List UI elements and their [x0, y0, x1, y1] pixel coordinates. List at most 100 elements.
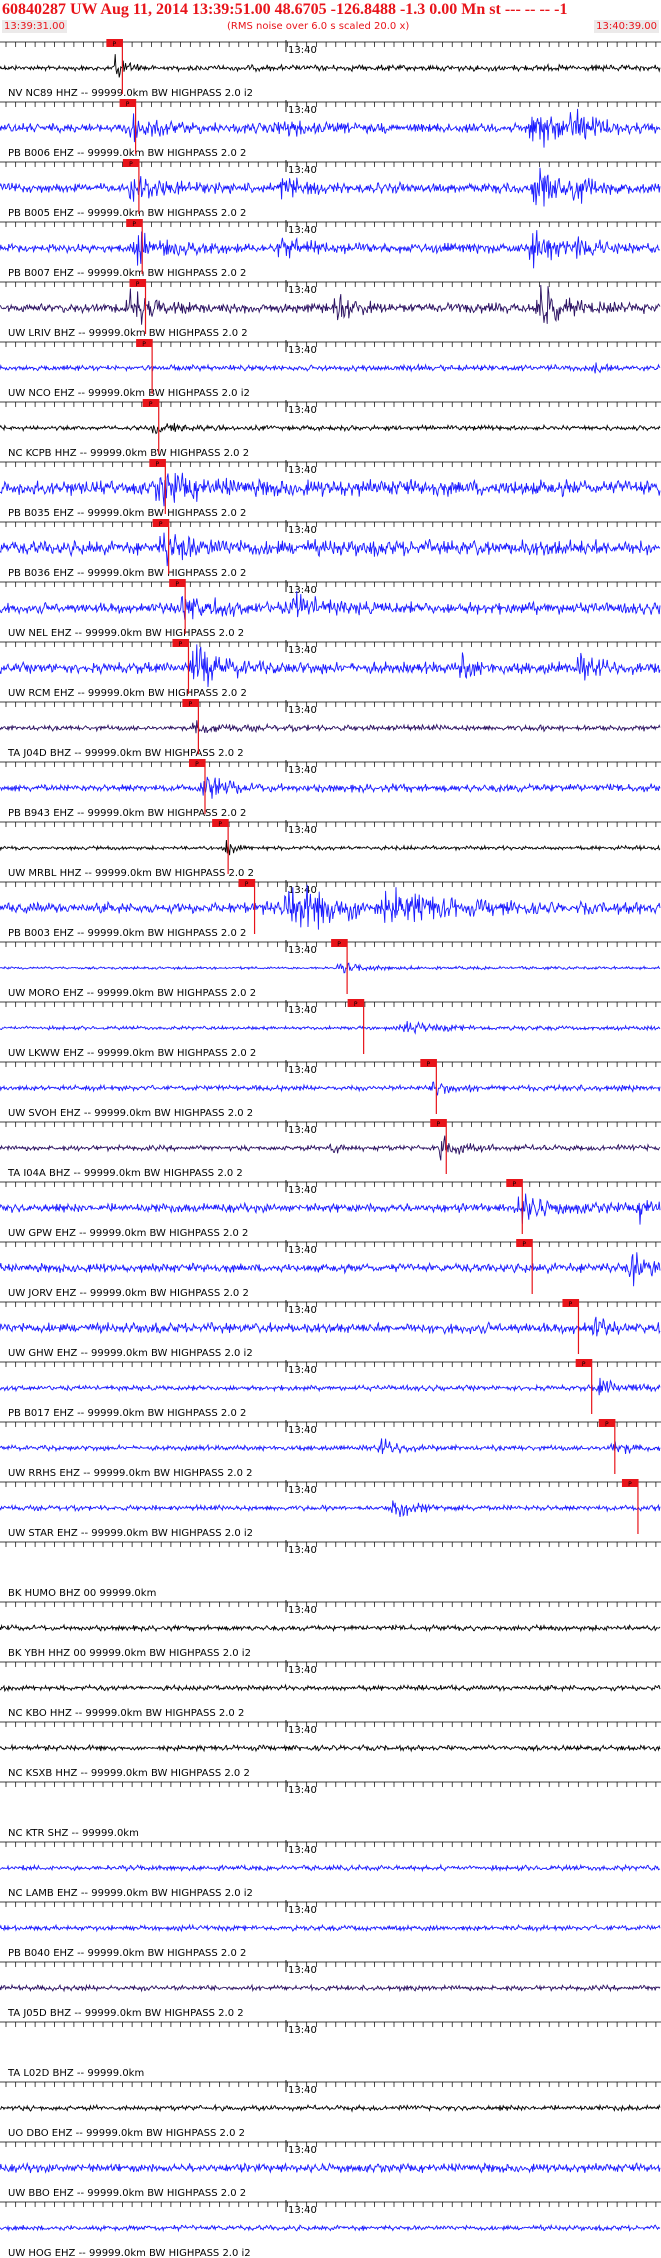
minute-tick-label: 13:40	[288, 1545, 317, 1556]
waveform-trace	[0, 1135, 661, 1161]
minute-tick-label: 13:40	[288, 1785, 317, 1796]
station-label: UW BBO EHZ -- 99999.0km BW HIGHPASS 2.0 …	[8, 2188, 246, 2199]
station-label: UW RRHS EHZ -- 99999.0km BW HIGHPASS 2.0…	[8, 1468, 253, 1479]
pick-label: P	[142, 341, 146, 348]
waveform-trace	[0, 1983, 661, 1993]
minute-tick-label: 13:40	[288, 1305, 317, 1316]
pick-label: P	[582, 1361, 586, 1368]
pick-label: P	[605, 1421, 609, 1428]
station-label: UW STAR EHZ -- 99999.0km BW HIGHPASS 2.0…	[8, 1528, 253, 1539]
pick-label: P	[245, 881, 249, 888]
station-label: NV NC89 HHZ -- 99999.0km BW HIGHPASS 2.0…	[8, 88, 253, 99]
minute-tick-label: 13:40	[288, 45, 317, 56]
plot-header: 60840287 UW Aug 11, 2014 13:39:51.00 48.…	[0, 0, 661, 38]
waveform-trace	[0, 1193, 661, 1225]
pick-label: P	[132, 221, 136, 228]
waveform-trace	[0, 230, 661, 269]
minute-tick-label: 13:40	[288, 1365, 317, 1376]
minute-tick-label: 13:40	[288, 825, 317, 836]
waveform-trace	[0, 284, 661, 325]
waveform-trace	[0, 108, 661, 148]
station-label: NC KBO HHZ -- 99999.0km BW HIGHPASS 2.0 …	[8, 1708, 244, 1719]
minute-tick-label: 13:40	[288, 945, 317, 956]
waveform-trace	[0, 2103, 661, 2113]
station-label: TA J05D BHZ -- 99999.0km BW HIGHPASS 2.0…	[7, 2008, 244, 2019]
pick-label: P	[218, 821, 222, 828]
waveform-trace	[0, 1438, 661, 1455]
minute-tick-label: 13:40	[288, 1245, 317, 1256]
minute-tick-label: 13:40	[288, 1125, 317, 1136]
waveform-trace	[0, 1863, 661, 1873]
minute-tick-label: 13:40	[288, 1485, 317, 1496]
pick-label: P	[113, 41, 117, 48]
station-label: UW LRIV BHZ -- 99999.0km BW HIGHPASS 2.0…	[8, 328, 248, 339]
station-label: UW HOG EHZ -- 99999.0km BW HIGHPASS 2.0 …	[8, 2248, 251, 2258]
station-label: NC KTR SHZ -- 99999.0km	[8, 1828, 139, 1839]
minute-tick-label: 13:40	[288, 645, 317, 656]
waveform-trace	[0, 776, 661, 799]
minute-tick-label: 13:40	[288, 225, 317, 236]
station-label: PB B040 EHZ -- 99999.0km BW HIGHPASS 2.0…	[8, 1948, 246, 1959]
seismogram-svg: 13:40 NV NC89 HHZ -- 99999.0km BW HIGHPAS…	[0, 39, 661, 2258]
waveform-trace	[0, 1500, 661, 1517]
station-label: PB B036 EHZ -- 99999.0km BW HIGHPASS 2.0…	[8, 568, 246, 579]
pick-label: P	[512, 1181, 516, 1188]
station-label: TA L02D BHZ -- 99999.0km	[7, 2068, 144, 2079]
waveform-trace	[0, 422, 661, 435]
waveform-trace	[0, 1683, 661, 1693]
minute-tick-label: 13:40	[288, 345, 317, 356]
station-label: PB B035 EHZ -- 99999.0km BW HIGHPASS 2.0…	[8, 508, 246, 519]
waveform-trace	[0, 1623, 661, 1633]
station-label: UW LKWW EHZ -- 99999.0km BW HIGHPASS 2.0…	[8, 1048, 256, 1059]
minute-tick-label: 13:40	[288, 105, 317, 116]
station-label: BK HUMO BHZ 00 99999.0km	[8, 1588, 156, 1599]
station-label: UW GPW EHZ -- 99999.0km BW HIGHPASS 2.0 …	[8, 1228, 248, 1239]
waveform-trace	[0, 362, 661, 374]
waveform-trace	[0, 1923, 661, 1933]
station-label: BK YBH HHZ 00 99999.0km BW HIGHPASS 2.0 …	[8, 1648, 251, 1659]
station-label: PB B017 EHZ -- 99999.0km BW HIGHPASS 2.0…	[8, 1408, 246, 1419]
minute-tick-label: 13:40	[288, 1845, 317, 1856]
station-label: PB B005 EHZ -- 99999.0km BW HIGHPASS 2.0…	[8, 208, 246, 219]
minute-tick-label: 13:40	[288, 585, 317, 596]
pick-label: P	[569, 1301, 573, 1308]
end-time-label: 13:40:39.00	[594, 20, 659, 33]
minute-tick-label: 13:40	[288, 2205, 317, 2216]
pick-label: P	[337, 941, 341, 948]
station-label: NC LAMB EHZ -- 99999.0km BW HIGHPASS 2.0…	[8, 1888, 253, 1899]
waveform-trace	[0, 962, 661, 974]
pick-label: P	[179, 641, 183, 648]
minute-tick-label: 13:40	[288, 1185, 317, 1196]
minute-tick-label: 13:40	[288, 705, 317, 716]
pick-label: P	[156, 461, 160, 468]
minute-tick-label: 13:40	[288, 165, 317, 176]
station-label: UW SVOH EHZ -- 99999.0km BW HIGHPASS 2.0…	[8, 1108, 253, 1119]
waveform-trace	[0, 532, 661, 567]
minute-tick-label: 13:40	[288, 1905, 317, 1916]
pick-label: P	[436, 1121, 440, 1128]
waveform-trace	[0, 54, 661, 78]
station-label: TA I04A BHZ -- 99999.0km BW HIGHPASS 2.0…	[7, 1168, 243, 1179]
minute-tick-label: 13:40	[288, 525, 317, 536]
pick-label: P	[354, 1001, 358, 1008]
minute-tick-label: 13:40	[288, 1665, 317, 1676]
minute-tick-label: 13:40	[288, 465, 317, 476]
station-label: UO DBO EHZ -- 99999.0km BW HIGHPASS 2.0 …	[8, 2128, 245, 2139]
station-label: PB B003 EHZ -- 99999.0km BW HIGHPASS 2.0…	[8, 928, 246, 939]
seismogram-panel: 13:40 NV NC89 HHZ -- 99999.0km BW HIGHPAS…	[0, 38, 661, 2258]
station-label: UW JORV EHZ -- 99999.0km BW HIGHPASS 2.0…	[8, 1288, 249, 1299]
waveform-trace	[0, 167, 661, 207]
event-title: 60840287 UW Aug 11, 2014 13:39:51.00 48.…	[2, 1, 568, 18]
rms-note: (RMS noise over 6.0 s scaled 20.0 x)	[227, 21, 410, 32]
pick-label: P	[522, 1241, 526, 1248]
minute-tick-label: 13:40	[288, 405, 317, 416]
start-time-label: 13:39:31.00	[2, 20, 67, 33]
station-label: UW NCO EHZ -- 99999.0km BW HIGHPASS 2.0 …	[8, 388, 250, 399]
pick-label: P	[189, 701, 193, 708]
station-label: UW RCM EHZ -- 99999.0km BW HIGHPASS 2.0 …	[8, 688, 247, 699]
minute-tick-label: 13:40	[288, 1425, 317, 1436]
waveform-trace	[0, 884, 661, 930]
waveform-trace	[0, 1081, 661, 1096]
waveform-trace	[0, 2161, 661, 2174]
pick-label: P	[159, 521, 163, 528]
